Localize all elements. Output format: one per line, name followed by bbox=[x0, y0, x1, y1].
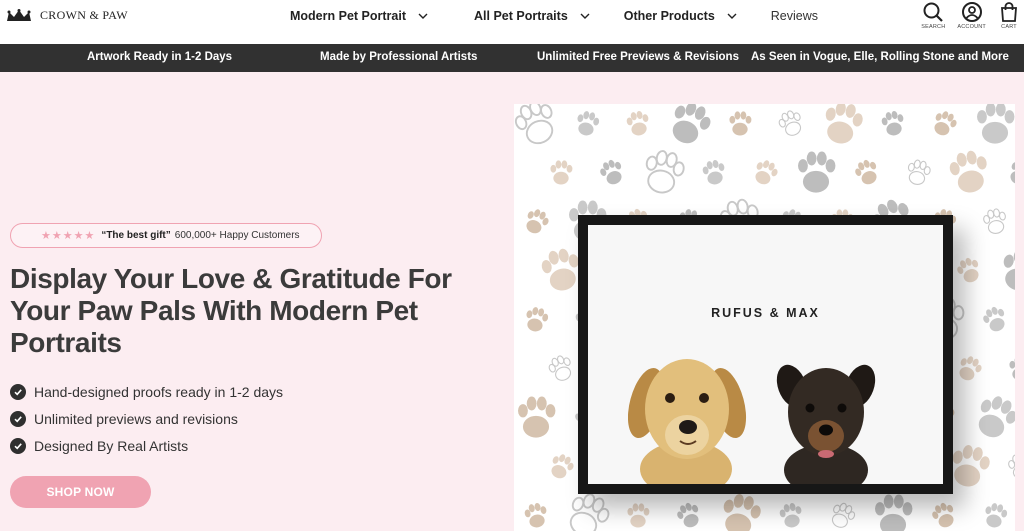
check-circle-icon bbox=[10, 410, 26, 427]
paw-print-icon bbox=[954, 353, 985, 385]
announcement-item: As Seen in Vogue, Elle, Rolling Stone an… bbox=[751, 51, 1009, 63]
paw-print-icon bbox=[561, 488, 615, 531]
nav-label: Other Products bbox=[623, 9, 715, 23]
paw-print-icon bbox=[718, 491, 764, 531]
paw-print-icon bbox=[820, 104, 866, 148]
pet-names: RUFUS & MAX bbox=[711, 306, 820, 320]
nav-other-products[interactable]: Other Products bbox=[624, 9, 737, 23]
paw-print-icon bbox=[998, 246, 1015, 295]
announcement-item: Unlimited Free Previews & Revisions bbox=[537, 51, 739, 63]
paw-print-icon bbox=[597, 156, 628, 188]
paw-print-icon bbox=[947, 442, 993, 491]
announcement-item: Made by Professional Artists bbox=[320, 51, 478, 63]
paw-print-icon bbox=[625, 109, 652, 138]
star-rating: ★★★★★ bbox=[41, 230, 96, 242]
search-button[interactable]: SEARCH bbox=[921, 1, 945, 30]
brand-name: CROWN & PAW bbox=[40, 8, 128, 22]
paw-print-icon bbox=[750, 157, 781, 189]
brand-logo[interactable]: CROWN & PAW bbox=[6, 8, 128, 23]
paw-print-icon bbox=[981, 206, 1010, 236]
paw-print-icon bbox=[546, 451, 577, 483]
main-nav: Modern Pet Portrait All Pet Portraits Ot… bbox=[290, 9, 852, 23]
paw-print-icon bbox=[627, 503, 650, 528]
account-button[interactable]: ACCOUNT bbox=[957, 1, 986, 30]
review-badge: ★★★★★ “The best gift” 600,000+ Happy Cus… bbox=[10, 223, 322, 248]
paw-print-icon bbox=[929, 108, 960, 140]
review-quote: “The best gift” bbox=[101, 230, 171, 241]
nav-reviews[interactable]: Reviews bbox=[771, 9, 818, 23]
search-icon bbox=[923, 2, 944, 22]
feature-item: Hand-designed proofs ready in 1-2 days bbox=[10, 378, 283, 405]
paw-print-icon bbox=[664, 104, 716, 150]
cart-label: CART bbox=[1001, 24, 1017, 30]
paw-print-icon bbox=[946, 147, 993, 196]
nav-label: Modern Pet Portrait bbox=[290, 9, 406, 23]
feature-item: Unlimited previews and revisions bbox=[10, 405, 283, 432]
chevron-down-icon bbox=[580, 13, 590, 19]
paw-print-icon bbox=[980, 303, 1011, 335]
paw-print-icon bbox=[701, 158, 728, 187]
product-image: RUFUS & MAX bbox=[514, 104, 1015, 531]
crown-icon bbox=[7, 8, 31, 21]
golden-retriever-illustration bbox=[628, 359, 747, 484]
paw-print-icon bbox=[1009, 356, 1015, 381]
site-header: CROWN & PAW Modern Pet Portrait All Pet … bbox=[0, 0, 1024, 44]
feature-text: Hand-designed proofs ready in 1-2 days bbox=[34, 383, 284, 400]
paw-print-icon bbox=[518, 396, 556, 438]
feature-text: Designed By Real Artists bbox=[34, 437, 189, 454]
paw-print-icon bbox=[775, 107, 807, 140]
paw-print-icon bbox=[970, 391, 1015, 444]
account-label: ACCOUNT bbox=[957, 24, 986, 30]
paw-print-icon bbox=[574, 109, 601, 138]
check-circle-icon bbox=[10, 383, 26, 400]
paw-print-icon bbox=[929, 499, 960, 531]
chevron-down-icon bbox=[418, 13, 428, 19]
paw-print-icon bbox=[852, 156, 883, 188]
paw-print-icon bbox=[729, 111, 752, 136]
cart-button[interactable]: CART bbox=[998, 1, 1020, 30]
paw-print-icon bbox=[778, 501, 805, 530]
announcement-item: Artwork Ready in 1-2 Days bbox=[87, 51, 233, 63]
shop-now-button[interactable]: SHOP NOW bbox=[10, 476, 151, 508]
hero-headline: Display Your Love & Gratitude For Your P… bbox=[10, 263, 452, 358]
paw-print-icon bbox=[977, 104, 1015, 144]
paw-print-icon bbox=[954, 254, 985, 286]
paw-print-icon bbox=[674, 499, 705, 531]
feature-list: Hand-designed proofs ready in 1-2 days U… bbox=[10, 378, 283, 459]
paw-print-icon bbox=[640, 147, 688, 198]
paw-print-icon bbox=[1005, 157, 1015, 189]
nav-all-pet-portraits[interactable]: All Pet Portraits bbox=[474, 9, 590, 23]
account-icon bbox=[961, 2, 982, 22]
portrait-canvas: RUFUS & MAX bbox=[588, 225, 943, 484]
paw-print-icon bbox=[545, 352, 577, 385]
customer-count: 600,000+ Happy Customers bbox=[174, 230, 300, 241]
paw-print-icon bbox=[523, 501, 550, 530]
nav-label: Reviews bbox=[770, 9, 819, 23]
paw-print-icon bbox=[798, 151, 836, 193]
feature-item: Designed By Real Artists bbox=[10, 432, 283, 459]
chevron-down-icon bbox=[727, 13, 737, 19]
check-circle-icon bbox=[10, 437, 26, 454]
cart-icon bbox=[1001, 2, 1017, 22]
paw-print-icon bbox=[514, 104, 563, 151]
paw-print-icon bbox=[827, 499, 859, 531]
paw-print-icon bbox=[904, 157, 933, 188]
portrait-frame: RUFUS & MAX bbox=[578, 215, 953, 494]
paw-print-icon bbox=[880, 109, 907, 138]
hero-section: ★★★★★ “The best gift” 600,000+ Happy Cus… bbox=[0, 72, 1024, 531]
paw-print-icon bbox=[521, 206, 552, 238]
shepherd-puppy-illustration bbox=[776, 364, 876, 484]
paw-print-icon bbox=[550, 160, 573, 185]
paw-print-icon bbox=[982, 501, 1009, 530]
nav-modern-pet-portrait[interactable]: Modern Pet Portrait bbox=[290, 9, 428, 23]
paw-print-icon bbox=[875, 494, 913, 531]
header-utilities: SEARCH ACCOUNT CART bbox=[921, 1, 1020, 30]
paw-print-icon bbox=[1006, 451, 1015, 481]
paw-print-icon bbox=[523, 305, 550, 334]
feature-text: Unlimited previews and revisions bbox=[34, 410, 238, 427]
announcement-bar: Artwork Ready in 1-2 Days Made by Profes… bbox=[0, 44, 1024, 72]
nav-label: All Pet Portraits bbox=[474, 9, 568, 23]
search-label: SEARCH bbox=[921, 24, 946, 30]
